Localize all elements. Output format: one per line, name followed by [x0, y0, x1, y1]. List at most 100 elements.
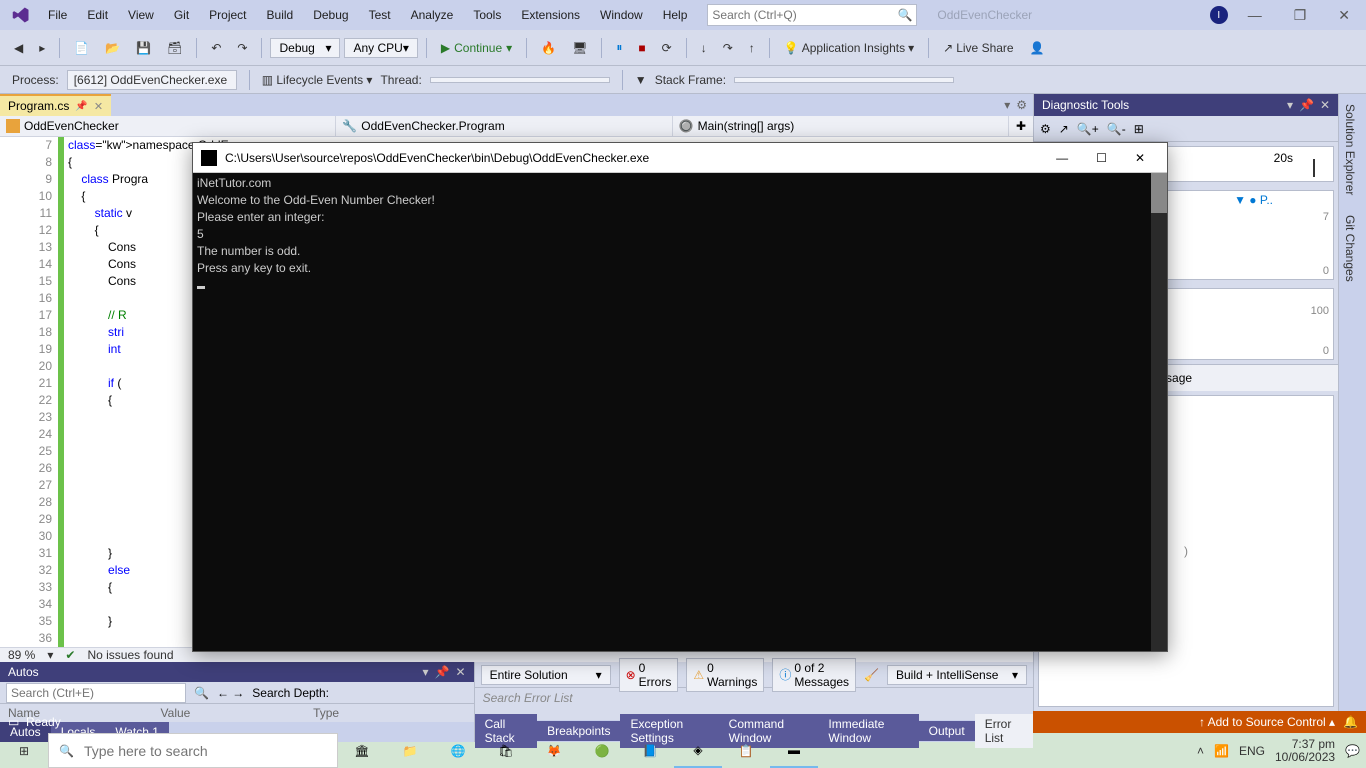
- console-scrollbar[interactable]: [1151, 173, 1167, 213]
- task-edge-icon[interactable]: 🌐: [434, 733, 482, 768]
- console-minimize-button[interactable]: ―: [1042, 145, 1082, 171]
- console-title-bar[interactable]: C:\Users\User\source\repos\OddEvenChecke…: [193, 143, 1167, 173]
- hot-reload-icon[interactable]: 🔥: [535, 37, 562, 59]
- continue-button[interactable]: ▶ Continue ▾: [435, 37, 518, 59]
- save-button[interactable]: 💾: [130, 37, 157, 59]
- menu-file[interactable]: File: [38, 4, 77, 26]
- step-over-button[interactable]: ↷: [717, 37, 739, 59]
- nav-class[interactable]: 🔧OddEvenChecker.Program: [336, 116, 672, 136]
- autos-pin-icon[interactable]: 📌: [435, 665, 450, 679]
- tray-clock[interactable]: 7:37 pm 10/06/2023: [1275, 738, 1335, 764]
- console-window[interactable]: C:\Users\User\source\repos\OddEvenChecke…: [192, 142, 1168, 652]
- filter-icon[interactable]: ▼: [635, 73, 647, 87]
- close-tab-icon[interactable]: ✕: [94, 100, 103, 113]
- search-icon[interactable]: 🔍: [194, 686, 209, 700]
- nav-project[interactable]: OddEvenChecker: [0, 116, 336, 136]
- restore-button[interactable]: ❐: [1282, 3, 1319, 28]
- start-button[interactable]: ⊞: [0, 733, 48, 768]
- task-console-icon[interactable]: ▬: [770, 733, 818, 768]
- side-git-changes[interactable]: Git Changes: [1339, 205, 1361, 292]
- menu-search-input[interactable]: [712, 8, 897, 22]
- menu-tools[interactable]: Tools: [463, 4, 511, 26]
- diag-pin-icon[interactable]: 📌: [1299, 98, 1314, 112]
- warnings-badge[interactable]: ⚠0 Warnings: [686, 658, 764, 692]
- liveshare-button[interactable]: ↗ Live Share: [937, 37, 1019, 59]
- user-avatar[interactable]: I: [1210, 6, 1228, 24]
- tray-lang[interactable]: ENG: [1239, 744, 1265, 758]
- menu-git[interactable]: Git: [164, 4, 199, 26]
- tab-immediate[interactable]: Immediate Window: [818, 714, 918, 748]
- console-output[interactable]: iNetTutor.com Welcome to the Odd-Even Nu…: [193, 173, 1167, 651]
- save-all-button[interactable]: 🗃: [161, 37, 188, 59]
- error-search-placeholder[interactable]: Search Error List: [475, 688, 1033, 708]
- task-word-icon[interactable]: 📘: [626, 733, 674, 768]
- errors-badge[interactable]: ⊗0 Errors: [619, 658, 679, 692]
- nav-method[interactable]: 🔘Main(string[] args): [673, 116, 1009, 136]
- clear-icon[interactable]: 🧹: [864, 668, 879, 682]
- back-button[interactable]: ◀: [8, 37, 29, 59]
- task-firefox-icon[interactable]: 🦊: [530, 733, 578, 768]
- diag-close-icon[interactable]: ✕: [1320, 98, 1330, 112]
- step-into-button[interactable]: ↓: [695, 37, 713, 59]
- scope-dropdown[interactable]: Entire Solution▾: [481, 665, 611, 685]
- redo-button[interactable]: ↷: [231, 37, 253, 59]
- menu-view[interactable]: View: [118, 4, 164, 26]
- tray-chevron-icon[interactable]: ˄: [1197, 744, 1204, 758]
- build-filter-dropdown[interactable]: Build + IntelliSense▾: [887, 665, 1027, 685]
- pin-icon[interactable]: 📌: [75, 101, 87, 112]
- reset-icon[interactable]: ⊞: [1134, 122, 1144, 136]
- menu-help[interactable]: Help: [653, 4, 698, 26]
- console-maximize-button[interactable]: ☐: [1082, 145, 1121, 171]
- forward-button[interactable]: ▸: [33, 37, 51, 59]
- menu-search[interactable]: 🔍: [707, 4, 917, 26]
- undo-button[interactable]: ↶: [205, 37, 227, 59]
- zoom-out-icon[interactable]: 🔍-: [1107, 122, 1126, 136]
- taskbar-search[interactable]: 🔍: [48, 733, 338, 768]
- tab-dropdown-icon[interactable]: ▾: [1004, 98, 1010, 112]
- menu-analyze[interactable]: Analyze: [401, 4, 464, 26]
- task-vs-icon[interactable]: ◈: [674, 733, 722, 768]
- minimize-button[interactable]: ―: [1236, 3, 1274, 27]
- config-dropdown[interactable]: Debug▾: [270, 38, 340, 58]
- task-cortana-icon[interactable]: 🏛: [338, 733, 386, 768]
- task-store-icon[interactable]: 🛍: [482, 733, 530, 768]
- menu-edit[interactable]: Edit: [77, 4, 118, 26]
- task-notepad-icon[interactable]: 📋: [722, 733, 770, 768]
- zoom-in-icon[interactable]: 🔍+: [1077, 122, 1099, 136]
- pause-button[interactable]: ⏸: [610, 36, 628, 59]
- restart-button[interactable]: ⟳: [656, 37, 678, 59]
- feedback-button[interactable]: 👤: [1024, 37, 1051, 59]
- autos-search[interactable]: [6, 683, 186, 703]
- thread-dropdown[interactable]: [430, 77, 610, 83]
- close-button[interactable]: ✕: [1326, 3, 1362, 28]
- split-icon[interactable]: ✚: [1009, 116, 1033, 136]
- menu-build[interactable]: Build: [257, 4, 304, 26]
- tray-notifications-icon[interactable]: 💬: [1345, 744, 1360, 758]
- tab-settings-icon[interactable]: ⚙: [1016, 98, 1027, 112]
- file-tab-program[interactable]: Program.cs 📌 ✕: [0, 94, 111, 116]
- lifecycle-button[interactable]: ▥ Lifecycle Events ▾: [262, 73, 373, 87]
- menu-window[interactable]: Window: [590, 4, 653, 26]
- step-out-button[interactable]: ↑: [743, 37, 761, 59]
- console-close-button[interactable]: ✕: [1121, 145, 1159, 171]
- tray-wifi-icon[interactable]: 📶: [1214, 744, 1229, 758]
- tab-output[interactable]: Output: [919, 721, 975, 741]
- platform-dropdown[interactable]: Any CPU▾: [344, 38, 417, 58]
- stackframe-dropdown[interactable]: [734, 77, 954, 83]
- menu-debug[interactable]: Debug: [303, 4, 358, 26]
- browser-icon[interactable]: 🖥: [566, 37, 593, 59]
- insights-button[interactable]: 💡 Application Insights ▾: [778, 37, 920, 59]
- autos-close-icon[interactable]: ✕: [456, 665, 466, 679]
- task-chrome-icon[interactable]: 🟢: [578, 733, 626, 768]
- side-solution-explorer[interactable]: Solution Explorer: [1339, 94, 1361, 205]
- source-control-button[interactable]: ↑ Add to Source Control ▴: [1199, 715, 1335, 729]
- taskbar-search-input[interactable]: [84, 743, 327, 759]
- notifications-icon[interactable]: 🔔: [1343, 715, 1358, 729]
- tab-errorlist[interactable]: Error List: [975, 714, 1033, 748]
- menu-test[interactable]: Test: [359, 4, 401, 26]
- process-dropdown[interactable]: [6612] OddEvenChecker.exe: [67, 70, 237, 90]
- menu-project[interactable]: Project: [199, 4, 256, 26]
- export-icon[interactable]: ↗: [1059, 122, 1069, 136]
- open-button[interactable]: 📂: [99, 37, 126, 59]
- diag-dropdown-icon[interactable]: ▾: [1287, 98, 1293, 112]
